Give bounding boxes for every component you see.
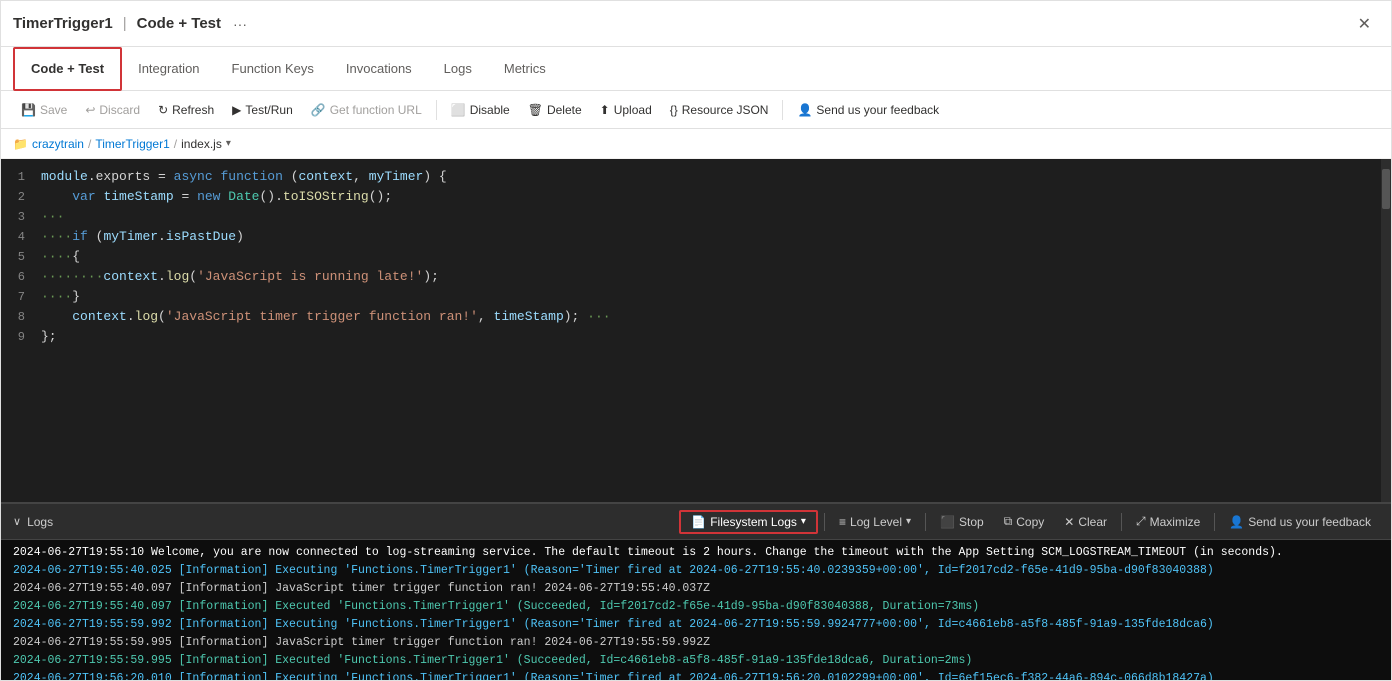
logs-header: ∨ Logs 📄 Filesystem Logs ▾ ≡ Log Level ▾… — [1, 504, 1391, 540]
app-window: TimerTrigger1 | Code + Test ··· ✕ Code +… — [0, 0, 1392, 681]
filesystem-logs-button[interactable]: 📄 Filesystem Logs ▾ — [679, 510, 818, 534]
maximize-icon: ⤢ — [1136, 514, 1146, 529]
refresh-button[interactable]: ↻ Refresh — [150, 99, 222, 121]
tab-logs[interactable]: Logs — [428, 47, 488, 91]
code-editor[interactable]: 1 module.exports = async function (conte… — [1, 159, 1391, 502]
clear-button[interactable]: ✕ Clear — [1056, 512, 1115, 532]
logs-sep-1 — [824, 513, 825, 531]
filesystem-chevron-icon: ▾ — [801, 516, 806, 527]
play-icon: ▶ — [232, 103, 241, 117]
logs-header-right: 📄 Filesystem Logs ▾ ≡ Log Level ▾ ⬛ Stop… — [679, 510, 1379, 534]
code-line-1: 1 module.exports = async function (conte… — [1, 167, 1391, 187]
code-line-5: 5 ····{ — [1, 247, 1391, 267]
log-entry-0: 2024-06-27T19:55:10 Welcome, you are now… — [1, 544, 1391, 562]
tab-invocations[interactable]: Invocations — [330, 47, 428, 91]
logs-feedback-button[interactable]: 👤 Send us your feedback — [1221, 512, 1379, 532]
get-function-url-button[interactable]: 🔗 Get function URL — [303, 99, 430, 121]
maximize-button[interactable]: ⤢ Maximize — [1128, 511, 1208, 532]
editor-scrollbar[interactable] — [1381, 159, 1391, 502]
logs-feedback-icon: 👤 — [1229, 515, 1244, 529]
log-entry-5: 2024-06-27T19:55:59.995 [Information] Ja… — [1, 634, 1391, 652]
log-entry-3: 2024-06-27T19:55:40.097 [Information] Ex… — [1, 598, 1391, 616]
app-title: TimerTrigger1 — [13, 15, 113, 32]
code-line-3: 3 ··· — [1, 207, 1391, 227]
upload-icon: ⬆ — [600, 103, 610, 117]
logs-sep-2 — [925, 513, 926, 531]
copy-icon: ⧉ — [1004, 514, 1013, 529]
stop-button[interactable]: ⬛ Stop — [932, 512, 992, 532]
code-line-2: 2 var timeStamp = new Date().toISOString… — [1, 187, 1391, 207]
logs-header-left: ∨ Logs — [13, 515, 53, 529]
link-icon: 🔗 — [311, 103, 326, 117]
disable-button[interactable]: ⬜ Disable — [443, 99, 518, 121]
save-button[interactable]: 💾 Save — [13, 99, 75, 121]
code-line-4: 4 ····if (myTimer.isPastDue) — [1, 227, 1391, 247]
feedback-icon: 👤 — [797, 103, 812, 117]
breadcrumb-app[interactable]: crazytrain — [32, 137, 84, 151]
save-icon: 💾 — [21, 103, 36, 117]
json-icon: {} — [670, 103, 678, 117]
stop-icon: ⬛ — [940, 515, 955, 529]
discard-icon: ↩ — [85, 103, 95, 117]
logs-content[interactable]: 2024-06-27T19:55:10 Welcome, you are now… — [1, 540, 1391, 680]
folder-icon: 📁 — [13, 137, 28, 151]
logs-label: Logs — [27, 515, 53, 529]
trash-icon: 🗑 — [528, 103, 543, 117]
code-line-6: 6 ········context.log('JavaScript is run… — [1, 267, 1391, 287]
logs-sep-3 — [1121, 513, 1122, 531]
breadcrumb-sep-1: / — [88, 137, 91, 151]
scrollbar-thumb — [1382, 169, 1390, 209]
delete-button[interactable]: 🗑 Delete — [520, 99, 590, 121]
code-line-9: 9 }; — [1, 327, 1391, 347]
close-button[interactable]: ✕ — [1350, 10, 1379, 38]
log-level-chevron-icon: ▾ — [906, 516, 911, 527]
tab-code-test[interactable]: Code + Test — [13, 47, 122, 91]
toolbar: 💾 Save ↩ Discard ↻ Refresh ▶ Test/Run 🔗 … — [1, 91, 1391, 129]
toolbar-sep-2 — [782, 100, 783, 120]
breadcrumb-function[interactable]: TimerTrigger1 — [95, 137, 169, 151]
tab-function-keys[interactable]: Function Keys — [216, 47, 330, 91]
log-entry-4: 2024-06-27T19:55:59.992 [Information] Ex… — [1, 616, 1391, 634]
resource-json-button[interactable]: {} Resource JSON — [662, 99, 777, 121]
feedback-button-toolbar[interactable]: 👤 Send us your feedback — [789, 99, 947, 121]
logs-sep-4 — [1214, 513, 1215, 531]
breadcrumb: 📁 crazytrain / TimerTrigger1 / index.js … — [1, 129, 1391, 159]
log-entry-2: 2024-06-27T19:55:40.097 [Information] Ja… — [1, 580, 1391, 598]
test-run-button[interactable]: ▶ Test/Run — [224, 99, 301, 121]
logs-panel: ∨ Logs 📄 Filesystem Logs ▾ ≡ Log Level ▾… — [1, 502, 1391, 680]
discard-button[interactable]: ↩ Discard — [77, 99, 148, 121]
editor-area: 1 module.exports = async function (conte… — [1, 159, 1391, 502]
tab-metrics[interactable]: Metrics — [488, 47, 562, 91]
code-line-8: 8 context.log('JavaScript timer trigger … — [1, 307, 1391, 327]
log-entry-1: 2024-06-27T19:55:40.025 [Information] Ex… — [1, 562, 1391, 580]
upload-button[interactable]: ⬆ Upload — [592, 99, 660, 121]
log-entry-7: 2024-06-27T19:56:20.010 [Information] Ex… — [1, 670, 1391, 680]
title-more-options[interactable]: ··· — [229, 12, 251, 36]
breadcrumb-file: index.js — [181, 137, 222, 151]
filesystem-icon: 📄 — [691, 515, 706, 529]
title-bar: TimerTrigger1 | Code + Test ··· ✕ — [1, 1, 1391, 47]
title-bar-left: TimerTrigger1 | Code + Test ··· — [13, 12, 251, 36]
breadcrumb-dropdown-icon[interactable]: ▾ — [226, 138, 231, 149]
nav-tabs: Code + Test Integration Function Keys In… — [1, 47, 1391, 91]
code-line-7: 7 ····} — [1, 287, 1391, 307]
copy-button[interactable]: ⧉ Copy — [996, 511, 1053, 532]
toolbar-sep-1 — [436, 100, 437, 120]
log-level-icon: ≡ — [839, 515, 846, 529]
logs-toggle-arrow[interactable]: ∨ — [13, 515, 21, 528]
log-level-button[interactable]: ≡ Log Level ▾ — [831, 512, 919, 532]
tab-integration[interactable]: Integration — [122, 47, 215, 91]
breadcrumb-sep-2: / — [174, 137, 177, 151]
clear-icon: ✕ — [1064, 515, 1074, 529]
log-entry-6: 2024-06-27T19:55:59.995 [Information] Ex… — [1, 652, 1391, 670]
disable-icon: ⬜ — [451, 103, 466, 117]
page-title: Code + Test — [137, 15, 221, 32]
refresh-icon: ↻ — [158, 103, 168, 117]
title-separator: | — [123, 15, 127, 32]
